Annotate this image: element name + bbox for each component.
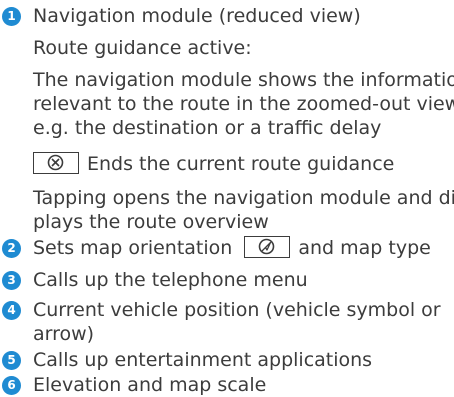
number-badge-6: 6 bbox=[2, 376, 21, 395]
item-6-label: Elevation and map scale bbox=[33, 374, 267, 396]
map-orientation-button bbox=[244, 235, 291, 258]
number-badge-2: 2 bbox=[2, 239, 21, 258]
close-circle-icon bbox=[47, 154, 64, 170]
description-line: relevant to the route in the zoomed-out … bbox=[33, 93, 454, 115]
number-badge-5: 5 bbox=[2, 351, 21, 370]
tap-line: plays the route overview bbox=[33, 211, 269, 233]
item-4-line: Current vehicle position (vehicle symbol… bbox=[33, 299, 441, 321]
end-guidance-text: Ends the current route guidance bbox=[87, 153, 395, 175]
item-5-label: Calls up entertainment applications bbox=[33, 349, 373, 371]
tap-line: Tapping opens the navigation module and … bbox=[33, 187, 454, 209]
description-line: The navigation module shows the informat… bbox=[33, 69, 454, 91]
item-2-text-before: Sets map orientation bbox=[33, 237, 233, 259]
end-guidance-button bbox=[33, 151, 79, 174]
item-3-label: Calls up the telephone menu bbox=[33, 269, 308, 291]
number-badge-1: 1 bbox=[2, 7, 21, 26]
description-line: e.g. the destination or a traffic delay bbox=[33, 117, 382, 139]
item-2-text-after: and map type bbox=[298, 237, 431, 259]
compass-arrow-icon bbox=[259, 238, 275, 254]
item-4-line: arrow) bbox=[33, 323, 95, 345]
number-badge-4: 4 bbox=[2, 301, 21, 320]
number-badge-3: 3 bbox=[2, 271, 21, 290]
route-active-label: Route guidance active: bbox=[33, 37, 252, 59]
item-1-label: Navigation module (reduced view) bbox=[33, 5, 361, 27]
